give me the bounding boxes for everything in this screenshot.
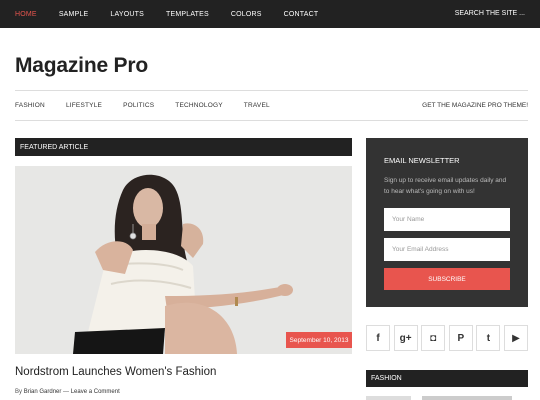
leave-comment-link[interactable]: Leave a Comment xyxy=(71,389,120,395)
featured-article-heading: FEATURED ARTICLE xyxy=(15,138,352,156)
nav-technology[interactable]: TECHNOLOGY xyxy=(175,102,223,109)
nav-lifestyle[interactable]: LIFESTYLE xyxy=(66,102,102,109)
google-plus-icon[interactable]: g+ xyxy=(393,325,418,351)
youtube-icon[interactable]: ▶ xyxy=(503,325,528,351)
nav-templates[interactable]: TEMPLATES xyxy=(166,11,209,18)
top-navigation-bar: HOME SAMPLE LAYOUTS TEMPLATES COLORS CON… xyxy=(0,0,540,28)
search-input[interactable]: SEARCH THE SITE ... xyxy=(455,0,525,28)
newsletter-description: Sign up to receive email updates daily a… xyxy=(384,177,507,195)
sidebar-post-title[interactable] xyxy=(422,396,512,400)
nav-colors[interactable]: COLORS xyxy=(231,11,262,18)
email-newsletter-widget: EMAIL NEWSLETTER Sign up to receive emai… xyxy=(366,138,528,307)
nav-contact[interactable]: CONTACT xyxy=(284,11,319,18)
woman-portrait-illustration xyxy=(15,166,352,354)
byline-separator: — xyxy=(63,389,70,395)
name-field[interactable]: Your Name xyxy=(384,208,510,231)
nav-sample[interactable]: SAMPLE xyxy=(59,11,89,18)
fashion-heading-label: FASHION xyxy=(371,375,402,382)
byline-prefix: By xyxy=(15,389,23,395)
nav-home[interactable]: HOME xyxy=(15,11,37,18)
pinterest-icon[interactable]: P xyxy=(448,325,473,351)
facebook-icon[interactable]: f xyxy=(366,325,390,351)
nav-travel[interactable]: TRAVEL xyxy=(244,102,270,109)
secondary-nav: FASHION LIFESTYLE POLITICS TECHNOLOGY TR… xyxy=(15,91,528,120)
featured-article-image[interactable] xyxy=(15,166,352,354)
nav-layouts[interactable]: LAYOUTS xyxy=(110,11,144,18)
get-theme-link[interactable]: GET THE MAGAZINE PRO THEME! xyxy=(422,102,528,109)
twitter-icon[interactable]: t xyxy=(476,325,501,351)
nav-fashion[interactable]: FASHION xyxy=(15,102,45,109)
nav-politics[interactable]: POLITICS xyxy=(123,102,154,109)
social-icons: f g+ ◘ P t ▶ xyxy=(366,325,528,351)
fashion-section-heading: FASHION xyxy=(366,370,528,387)
subscribe-button[interactable]: SUBSCRIBE xyxy=(384,268,510,290)
instagram-icon[interactable]: ◘ xyxy=(421,325,446,351)
sidebar-post-thumbnail[interactable] xyxy=(366,396,411,400)
date-badge: September 10, 2013 xyxy=(286,332,352,348)
byline: By Brian Gardner — Leave a Comment xyxy=(15,389,120,395)
site-title[interactable]: Magazine Pro xyxy=(15,54,148,78)
divider xyxy=(15,120,528,121)
author-link[interactable]: Brian Gardner xyxy=(24,389,62,395)
newsletter-title: EMAIL NEWSLETTER xyxy=(384,156,460,165)
featured-article-title[interactable]: Nordstrom Launches Women's Fashion xyxy=(15,366,216,378)
featured-heading-label: FEATURED ARTICLE xyxy=(20,143,89,151)
primary-nav: HOME SAMPLE LAYOUTS TEMPLATES COLORS CON… xyxy=(15,0,340,28)
email-field[interactable]: Your Email Address xyxy=(384,238,510,261)
